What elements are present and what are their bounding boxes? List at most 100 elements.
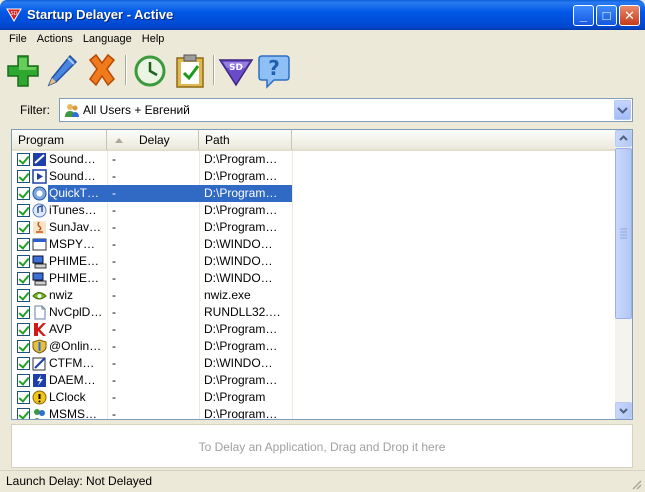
row-checkbox[interactable] bbox=[17, 153, 30, 166]
table-row[interactable]: AVP - D:\Program… bbox=[12, 321, 616, 338]
drop-zone[interactable]: To Delay an Application, Drag and Drop i… bbox=[11, 424, 633, 468]
table-row[interactable]: PHIME… - D:\WINDO… bbox=[12, 253, 616, 270]
column-header-program[interactable]: Program bbox=[12, 130, 107, 151]
column-header-path[interactable]: Path bbox=[199, 130, 292, 151]
window-title: Startup Delayer - Active bbox=[27, 7, 174, 22]
table-row[interactable]: nwiz - nwiz.exe bbox=[12, 287, 616, 304]
program-delay: - bbox=[112, 220, 116, 234]
program-path: D:\Program… bbox=[204, 203, 278, 217]
row-checkbox[interactable] bbox=[17, 221, 30, 234]
table-row[interactable]: iTunes… - D:\Program… bbox=[12, 202, 616, 219]
dropdown-button[interactable] bbox=[614, 100, 631, 120]
program-delay: - bbox=[112, 169, 116, 183]
program-name: nwiz bbox=[49, 288, 74, 302]
table-row[interactable]: QuickT… - D:\Program… bbox=[12, 185, 616, 202]
table-row[interactable]: DAEM… - D:\Program… bbox=[12, 372, 616, 389]
table-row[interactable]: LClock - D:\Program bbox=[12, 389, 616, 406]
program-name: PHIME… bbox=[49, 254, 100, 268]
program-name: @Onlin… bbox=[49, 339, 102, 353]
menu-help[interactable]: Help bbox=[137, 30, 170, 48]
filter-value: All Users + Евгений bbox=[83, 103, 190, 117]
menu-file[interactable]: File bbox=[4, 30, 32, 48]
row-checkbox[interactable] bbox=[17, 238, 30, 251]
shield-icon bbox=[32, 339, 47, 354]
plus-icon bbox=[7, 55, 39, 87]
row-checkbox[interactable] bbox=[17, 408, 30, 419]
menu-language[interactable]: Language bbox=[78, 30, 137, 48]
program-delay: - bbox=[112, 305, 116, 319]
program-list[interactable]: Program Delay Path Sound… - D:\Program… Sou… bbox=[11, 129, 633, 420]
table-row[interactable]: MSPY… - D:\WINDO… bbox=[12, 236, 616, 253]
scroll-thumb[interactable] bbox=[615, 148, 632, 319]
sd-label: SD bbox=[229, 63, 243, 73]
table-row[interactable]: Sound… - D:\Program… bbox=[12, 168, 616, 185]
row-checkbox[interactable] bbox=[17, 170, 30, 183]
delay-button[interactable] bbox=[132, 52, 168, 90]
scroll-down-button[interactable] bbox=[615, 402, 632, 419]
row-checkbox[interactable] bbox=[17, 187, 30, 200]
messenger-icon bbox=[34, 409, 45, 419]
kaspersky-icon bbox=[34, 323, 46, 336]
add-button[interactable] bbox=[6, 52, 42, 90]
minimize-icon: _ bbox=[579, 8, 588, 23]
clipboard-check-icon bbox=[176, 54, 204, 88]
table-row[interactable]: NvCplD… - RUNDLL32.… bbox=[12, 304, 616, 321]
filter-dropdown[interactable]: All Users + Евгений bbox=[59, 98, 633, 122]
close-icon: ✕ bbox=[624, 8, 635, 23]
row-checkbox[interactable] bbox=[17, 391, 30, 404]
help-button[interactable]: ? bbox=[256, 52, 292, 90]
program-delay: - bbox=[112, 203, 116, 217]
maximize-button[interactable]: □ bbox=[596, 5, 617, 26]
table-row[interactable]: MSMS… - D:\Program… bbox=[12, 406, 616, 420]
minimize-button[interactable]: _ bbox=[573, 5, 594, 26]
program-delay: - bbox=[112, 288, 116, 302]
program-path: D:\WINDO… bbox=[204, 254, 273, 268]
program-path: D:\Program… bbox=[204, 407, 278, 420]
remove-button[interactable] bbox=[84, 52, 120, 90]
row-checkbox[interactable] bbox=[17, 374, 30, 387]
close-button[interactable]: ✕ bbox=[619, 5, 640, 26]
program-path: D:\WINDO… bbox=[204, 271, 273, 285]
app-logo-icon: SD bbox=[6, 8, 22, 22]
ctfmon-icon bbox=[32, 357, 46, 371]
row-checkbox[interactable] bbox=[17, 357, 30, 370]
drop-zone-text: To Delay an Application, Drag and Drop i… bbox=[198, 440, 446, 454]
table-row[interactable]: @Onlin… - D:\Program… bbox=[12, 338, 616, 355]
edit-button[interactable] bbox=[44, 52, 80, 90]
row-checkbox[interactable] bbox=[17, 204, 30, 217]
chevron-up-icon bbox=[619, 135, 628, 141]
row-checkbox[interactable] bbox=[17, 289, 30, 302]
users-icon bbox=[65, 104, 79, 117]
vertical-scrollbar[interactable] bbox=[615, 130, 632, 419]
table-row[interactable]: PHIME… - D:\WINDO… bbox=[12, 270, 616, 287]
title-bar[interactable]: SD Startup Delayer - Active _ □ ✕ bbox=[0, 0, 645, 30]
row-checkbox[interactable] bbox=[17, 255, 30, 268]
file-icon bbox=[34, 305, 46, 320]
menu-bar: File Actions Language Help bbox=[4, 30, 641, 48]
sd-button[interactable]: SD bbox=[218, 52, 254, 90]
program-path: D:\WINDO… bbox=[204, 237, 273, 251]
computer-icon bbox=[32, 255, 47, 269]
scroll-up-button[interactable] bbox=[615, 130, 632, 147]
table-row[interactable]: Sound… - D:\Program… bbox=[12, 151, 616, 168]
program-name: MSMS… bbox=[49, 407, 97, 420]
daemon-icon bbox=[33, 374, 46, 387]
program-path: nwiz.exe bbox=[204, 288, 251, 302]
resize-grip-icon[interactable] bbox=[630, 478, 642, 490]
program-path: D:\WINDO… bbox=[204, 356, 273, 370]
status-bar: Launch Delay: Not Delayed bbox=[0, 470, 645, 492]
row-checkbox[interactable] bbox=[17, 323, 30, 336]
checklist-button[interactable] bbox=[172, 52, 208, 90]
sound-icon bbox=[33, 153, 46, 166]
table-row[interactable]: CTFM… - D:\WINDO… bbox=[12, 355, 616, 372]
table-row[interactable]: SunJav… - D:\Program… bbox=[12, 219, 616, 236]
menu-actions[interactable]: Actions bbox=[32, 30, 78, 48]
program-path: D:\Program… bbox=[200, 185, 292, 202]
row-checkbox[interactable] bbox=[17, 272, 30, 285]
program-name: iTunes… bbox=[49, 203, 97, 217]
program-name: QuickT… bbox=[48, 185, 108, 202]
column-header-delay[interactable]: Delay bbox=[107, 130, 199, 151]
row-checkbox[interactable] bbox=[17, 306, 30, 319]
row-checkbox[interactable] bbox=[17, 340, 30, 353]
program-name: Sound… bbox=[49, 169, 96, 183]
